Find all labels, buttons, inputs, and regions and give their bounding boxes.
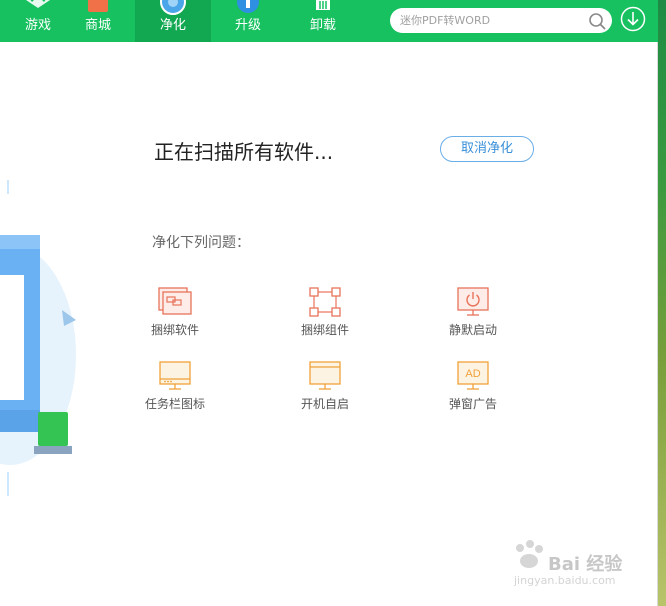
search-icon[interactable] <box>588 12 606 30</box>
search-input[interactable] <box>400 12 580 29</box>
issue-label: 捆绑组件 <box>300 323 349 337</box>
issue-label: 静默启动 <box>448 323 497 337</box>
paw-icon <box>516 540 543 568</box>
watermark-url: jingyan.baidu.com <box>514 574 616 587</box>
nav-item-upgrade[interactable]: 升级 <box>210 0 286 42</box>
nav-label-uninstall: 卸载 <box>309 18 336 33</box>
top-nav-bar: 游戏 商城 净化 升级 卸载 <box>0 0 658 42</box>
issue-bundled-software: 捆绑软件 <box>120 286 230 338</box>
svg-text:AD: AD <box>465 368 480 380</box>
download-icon[interactable] <box>620 6 646 32</box>
issue-autostart: 开机自启 <box>270 360 380 412</box>
cancel-clean-button[interactable]: 取消净化 <box>440 136 534 162</box>
game-icon <box>26 0 50 8</box>
uninstall-icon <box>316 0 330 10</box>
search-box <box>390 8 612 33</box>
issue-bundled-components: 捆绑组件 <box>270 286 380 338</box>
nav-label-clean: 净化 <box>159 18 186 33</box>
bundled-components-icon <box>309 287 341 317</box>
watermark-text: Bai 经验 <box>548 554 623 575</box>
clean-icon <box>160 0 186 15</box>
baidu-watermark: Bai 经验 jingyan.baidu.com <box>508 532 648 592</box>
issues-label: 净化下列问题： <box>152 235 250 251</box>
silent-startup-icon <box>457 287 489 316</box>
scan-status-title: 正在扫描所有软件... <box>154 140 334 164</box>
nav-label-store: 商城 <box>84 18 111 33</box>
background-window-edge <box>658 0 666 606</box>
issue-silent-startup: 静默启动 <box>418 286 528 338</box>
issue-label: 开机自启 <box>300 397 349 411</box>
taskbar-icon <box>159 361 191 390</box>
issue-label: 任务栏图标 <box>144 397 205 411</box>
issue-label: 弹窗广告 <box>448 397 497 411</box>
nav-label-upgrade: 升级 <box>234 18 261 33</box>
issue-label: 捆绑软件 <box>150 323 199 337</box>
nav-item-uninstall[interactable]: 卸载 <box>285 0 361 42</box>
nav-item-store[interactable]: 商城 <box>60 0 136 42</box>
issue-popup-ad: AD 弹窗广告 <box>418 360 528 412</box>
upgrade-icon <box>237 0 259 13</box>
nav-item-clean[interactable]: 净化 <box>135 0 211 42</box>
autostart-icon <box>309 361 341 390</box>
scan-illustration <box>0 180 76 496</box>
issue-taskbar-icon: 任务栏图标 <box>120 360 230 412</box>
popup-ad-icon: AD <box>457 361 489 390</box>
store-icon <box>88 0 108 12</box>
bundled-software-icon <box>158 287 192 315</box>
